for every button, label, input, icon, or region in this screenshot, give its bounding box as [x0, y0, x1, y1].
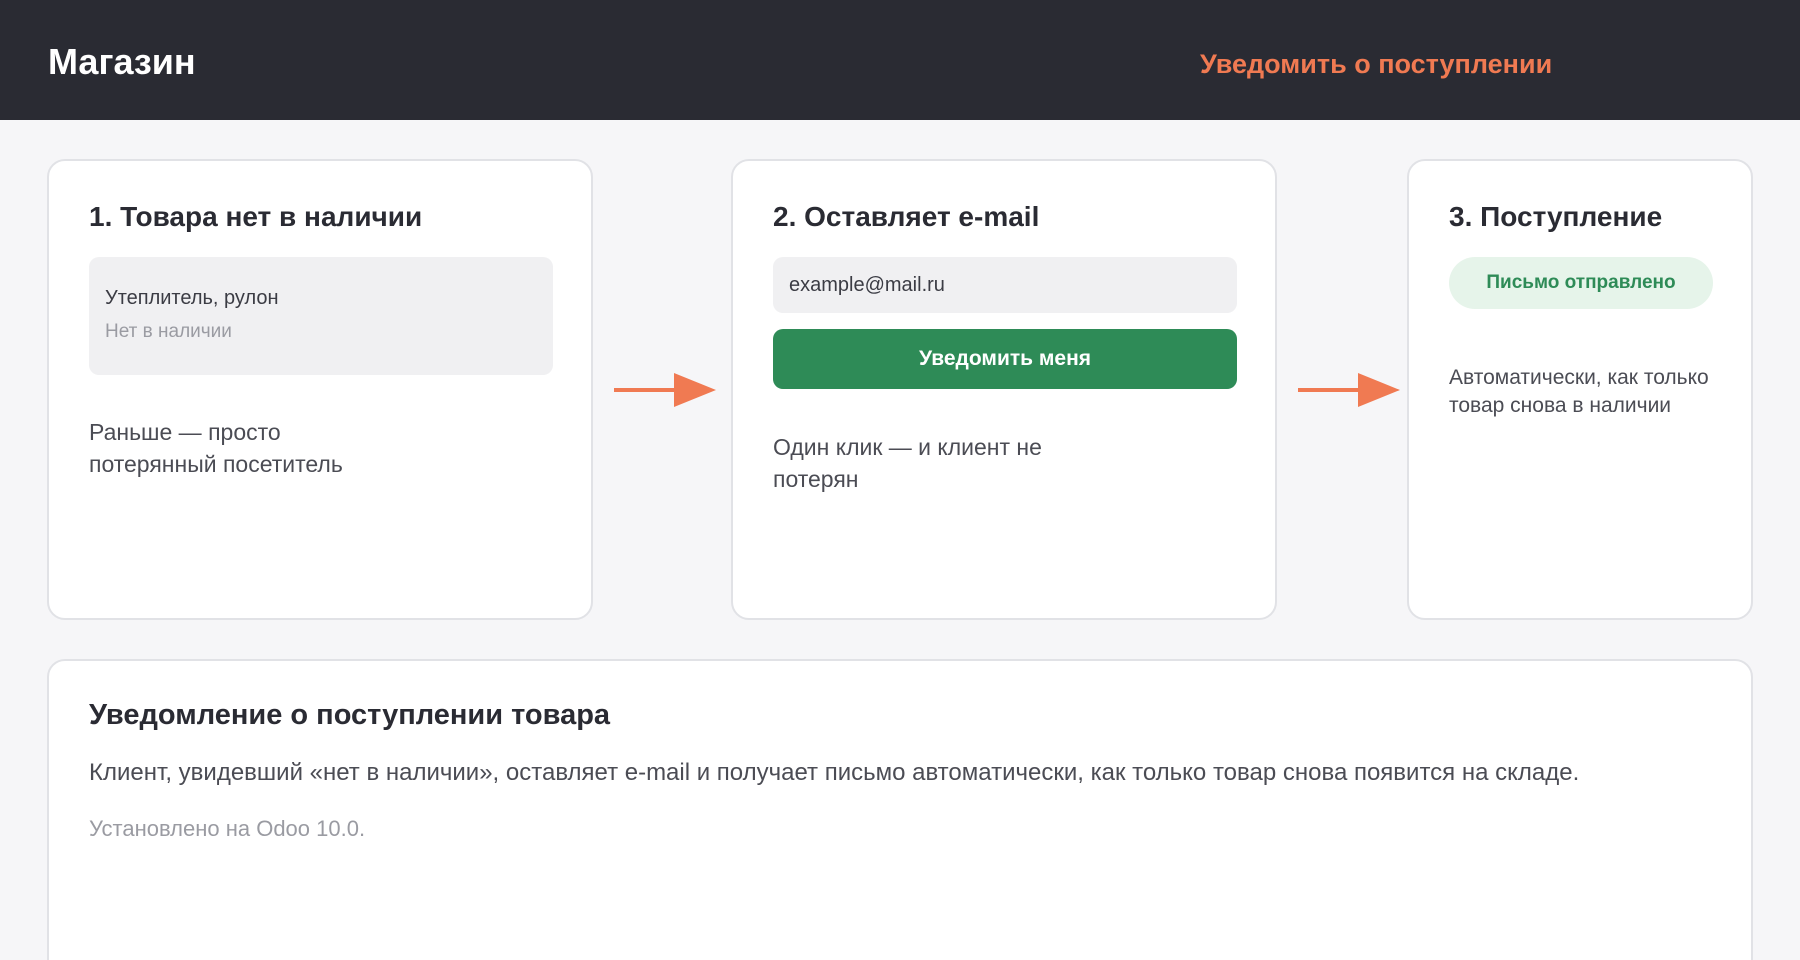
step-title: 2. Оставляет e-mail — [773, 201, 1040, 232]
info-title: Уведомление о поступлении товара — [89, 699, 611, 731]
product-box: Утеплитель, рулон Нет в наличии — [89, 257, 553, 375]
info-footnote: Установлено на Odoo 10.0. — [89, 816, 366, 841]
notify-me-button[interactable]: Уведомить меня — [773, 329, 1237, 389]
brand-title: Магазин — [48, 41, 196, 82]
step-card-out-of-stock: 1. Товара нет в наличии Утеплитель, руло… — [47, 159, 593, 620]
step-title: 1. Товара нет в наличии — [89, 201, 423, 232]
arrow-right-icon — [1298, 373, 1400, 407]
step-note: Раньше — просто потерянный посетитель — [89, 419, 343, 477]
email-field[interactable] — [773, 257, 1237, 313]
step-card-arrival: 3. Поступление Письмо отправлено Автомат… — [1407, 159, 1753, 620]
info-description: Клиент, увидевший «нет в наличии», остав… — [89, 759, 1580, 786]
product-name: Утеплитель, рулон — [105, 287, 279, 309]
stock-status: Нет в наличии — [105, 321, 232, 342]
notify-stock-link[interactable]: Уведомить о поступлении — [1200, 47, 1552, 81]
step-note: Автоматически, как только товар снова в … — [1449, 366, 1709, 417]
arrow-right-icon — [614, 373, 716, 407]
email-sent-badge: Письмо отправлено — [1449, 257, 1713, 309]
page: Магазин Уведомить о поступлении 1. Товар… — [0, 0, 1800, 960]
info-panel: Уведомление о поступлении товара Клиент,… — [47, 659, 1753, 960]
step-card-email: 2. Оставляет e-mail Уведомить меня Один … — [731, 159, 1277, 620]
top-bar: Магазин Уведомить о поступлении — [0, 0, 1800, 120]
step-title: 3. Поступление — [1449, 201, 1663, 232]
step-note: Один клик — и клиент не потерян — [773, 434, 1042, 492]
